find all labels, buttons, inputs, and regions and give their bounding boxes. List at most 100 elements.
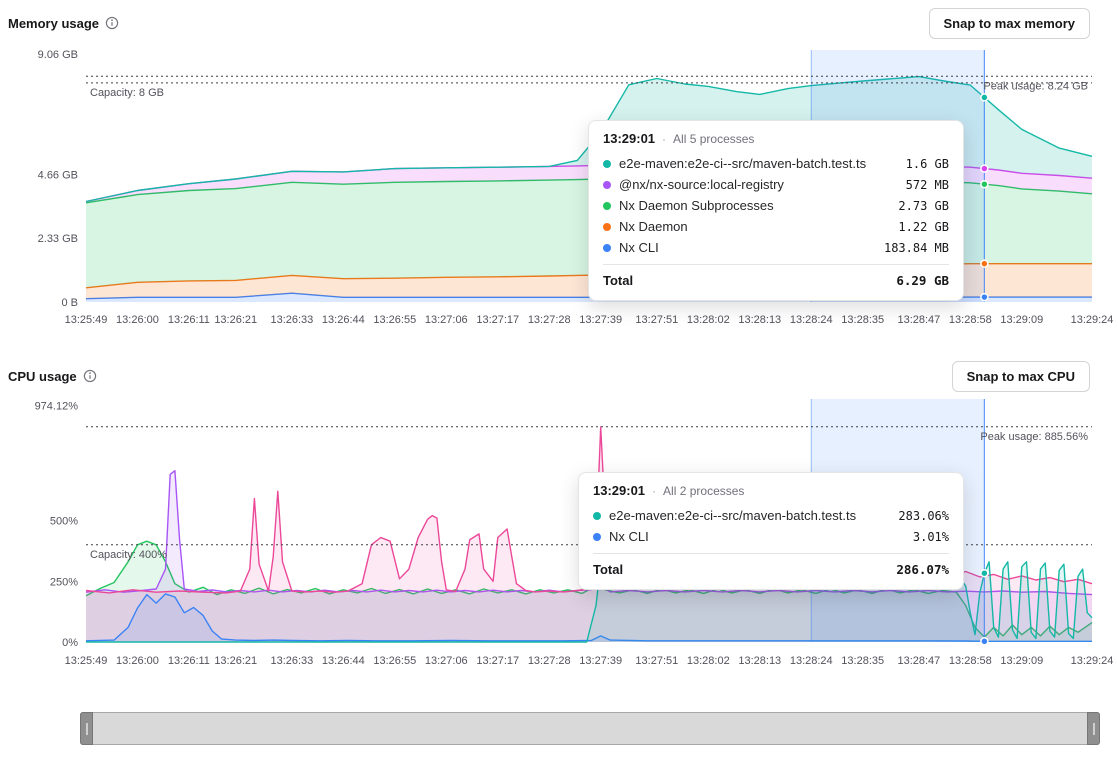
series-name: Nx Daemon Subprocesses bbox=[619, 198, 890, 213]
x-axis-label: 13:27:28 bbox=[528, 314, 571, 326]
x-axis-label: 13:28:58 bbox=[949, 655, 992, 667]
series-dot bbox=[603, 160, 611, 168]
series-value: 1.22 GB bbox=[898, 220, 949, 234]
hover-dot bbox=[981, 165, 988, 172]
tooltip-header: 13:29:01 · All 5 processes bbox=[603, 131, 949, 146]
x-axis-label: 13:27:06 bbox=[425, 655, 468, 667]
x-axis-label: 13:28:13 bbox=[738, 314, 781, 326]
x-axis-label: 13:26:33 bbox=[270, 314, 313, 326]
hover-dot bbox=[981, 181, 988, 188]
x-axis-label: 13:26:00 bbox=[116, 655, 159, 667]
tooltip-row: Nx CLI183.84 MB bbox=[603, 237, 949, 258]
series-value: 283.06% bbox=[898, 509, 949, 523]
tooltip-total-label: Total bbox=[603, 273, 633, 288]
tooltip-row: Nx Daemon Subprocesses 2.73 GB bbox=[603, 195, 949, 216]
memory-info-icon[interactable] bbox=[105, 16, 119, 30]
series-dot bbox=[593, 533, 601, 541]
tooltip-total-value: 286.07% bbox=[896, 562, 949, 577]
x-axis-label: 13:26:00 bbox=[116, 314, 159, 326]
x-axis-label: 13:26:55 bbox=[373, 655, 416, 667]
series-value: 183.84 MB bbox=[884, 241, 949, 255]
series-name: @nx/nx-source:local-registry bbox=[619, 177, 898, 192]
peak-label: Peak usage: 885.56% bbox=[980, 431, 1088, 443]
x-axis-label: 13:29:09 bbox=[1000, 314, 1043, 326]
cpu-info-icon[interactable] bbox=[83, 369, 97, 383]
tooltip-separator: · bbox=[662, 132, 666, 146]
memory-tooltip: 13:29:01 · All 5 processes e2e-maven:e2e… bbox=[588, 120, 964, 301]
tooltip-total-row: Total 6.29 GB bbox=[603, 264, 949, 288]
x-axis-label: 13:29:24 bbox=[1071, 655, 1114, 667]
tooltip-time: 13:29:01 bbox=[603, 131, 655, 146]
series-name: Nx Daemon bbox=[619, 219, 890, 234]
x-axis-label: 13:28:35 bbox=[841, 314, 884, 326]
x-axis-label: 13:26:21 bbox=[214, 314, 257, 326]
series-dot bbox=[593, 512, 601, 520]
x-axis-label: 13:27:39 bbox=[579, 655, 622, 667]
x-axis-label: 13:25:49 bbox=[65, 314, 108, 326]
hover-dot bbox=[981, 638, 988, 645]
tooltip-total-row: Total 286.07% bbox=[593, 553, 949, 577]
hover-dot bbox=[981, 94, 988, 101]
tooltip-total-label: Total bbox=[593, 562, 623, 577]
y-axis-label: 9.06 GB bbox=[38, 49, 78, 61]
x-axis-label: 13:27:17 bbox=[476, 314, 519, 326]
tooltip-time: 13:29:01 bbox=[593, 483, 645, 498]
hover-dot bbox=[981, 260, 988, 267]
tooltip-subtitle: All 5 processes bbox=[673, 132, 754, 146]
cpu-section: CPU usage Snap to max CPU Capacity: 400%… bbox=[0, 353, 1118, 682]
series-name: e2e-maven:e2e-ci--src/maven-batch.test.t… bbox=[619, 156, 898, 171]
x-axis-label: 13:29:24 bbox=[1071, 314, 1114, 326]
x-axis-label: 13:28:24 bbox=[790, 655, 833, 667]
x-axis-label: 13:29:09 bbox=[1000, 655, 1043, 667]
x-axis-label: 13:26:44 bbox=[322, 655, 365, 667]
series-value: 572 MB bbox=[906, 178, 949, 192]
memory-chart-area[interactable]: Capacity: 8 GBPeak usage: 8.24 GB9.06 GB… bbox=[0, 34, 1118, 339]
x-axis-label: 13:27:39 bbox=[579, 314, 622, 326]
y-axis-label: 0 B bbox=[61, 297, 78, 309]
tooltip-row: Nx Daemon 1.22 GB bbox=[603, 216, 949, 237]
tooltip-total-value: 6.29 GB bbox=[896, 273, 949, 288]
x-axis-label: 13:27:06 bbox=[425, 314, 468, 326]
memory-title-group: Memory usage bbox=[8, 16, 119, 31]
x-axis-label: 13:27:17 bbox=[476, 655, 519, 667]
x-axis-label: 13:28:24 bbox=[790, 314, 833, 326]
series-dot bbox=[603, 223, 611, 231]
x-axis-label: 13:28:02 bbox=[687, 655, 730, 667]
tooltip-separator: · bbox=[652, 484, 656, 498]
y-axis-label: 4.66 GB bbox=[38, 169, 78, 181]
x-axis-label: 13:28:58 bbox=[949, 314, 992, 326]
x-axis-label: 13:28:47 bbox=[897, 314, 940, 326]
x-axis-label: 13:28:02 bbox=[687, 314, 730, 326]
x-axis-label: 13:27:28 bbox=[528, 655, 571, 667]
x-axis-label: 13:25:49 bbox=[65, 655, 108, 667]
series-dot bbox=[603, 181, 611, 189]
series-dot bbox=[603, 202, 611, 210]
series-name: e2e-maven:e2e-ci--src/maven-batch.test.t… bbox=[609, 508, 890, 523]
hover-dot bbox=[981, 294, 988, 301]
series-value: 2.73 GB bbox=[898, 199, 949, 213]
y-axis-label: 500% bbox=[50, 516, 78, 528]
scrollbar-left-handle[interactable] bbox=[80, 712, 93, 745]
tooltip-row: @nx/nx-source:local-registry 572 MB bbox=[603, 174, 949, 195]
series-name: Nx CLI bbox=[609, 529, 905, 544]
series-value: 1.6 GB bbox=[906, 157, 949, 171]
x-axis-label: 13:26:21 bbox=[214, 655, 257, 667]
scrollbar-right-handle[interactable] bbox=[1087, 712, 1100, 745]
cpu-chart-area[interactable]: Capacity: 400%Peak usage: 885.56%974.12%… bbox=[0, 387, 1118, 682]
x-axis-label: 13:26:33 bbox=[270, 655, 313, 667]
cpu-title-group: CPU usage bbox=[8, 369, 97, 384]
series-value: 3.01% bbox=[913, 530, 949, 544]
tooltip-header: 13:29:01 · All 2 processes bbox=[593, 483, 949, 498]
x-axis-label: 13:26:55 bbox=[373, 314, 416, 326]
cpu-usage-title: CPU usage bbox=[8, 369, 77, 384]
cpu-section-header: CPU usage Snap to max CPU bbox=[0, 353, 1118, 387]
tooltip-rows: e2e-maven:e2e-ci--src/maven-batch.test.t… bbox=[593, 505, 949, 547]
x-axis-label: 13:26:11 bbox=[168, 314, 210, 326]
y-axis-label: 0% bbox=[62, 637, 78, 649]
x-axis-label: 13:27:51 bbox=[635, 314, 678, 326]
peak-label: Peak usage: 8.24 GB bbox=[983, 80, 1088, 92]
x-axis-label: 13:28:35 bbox=[841, 655, 884, 667]
series-dot bbox=[603, 244, 611, 252]
tooltip-row: e2e-maven:e2e-ci--src/maven-batch.test.t… bbox=[593, 505, 949, 526]
timeline-scrollbar[interactable] bbox=[80, 712, 1100, 745]
